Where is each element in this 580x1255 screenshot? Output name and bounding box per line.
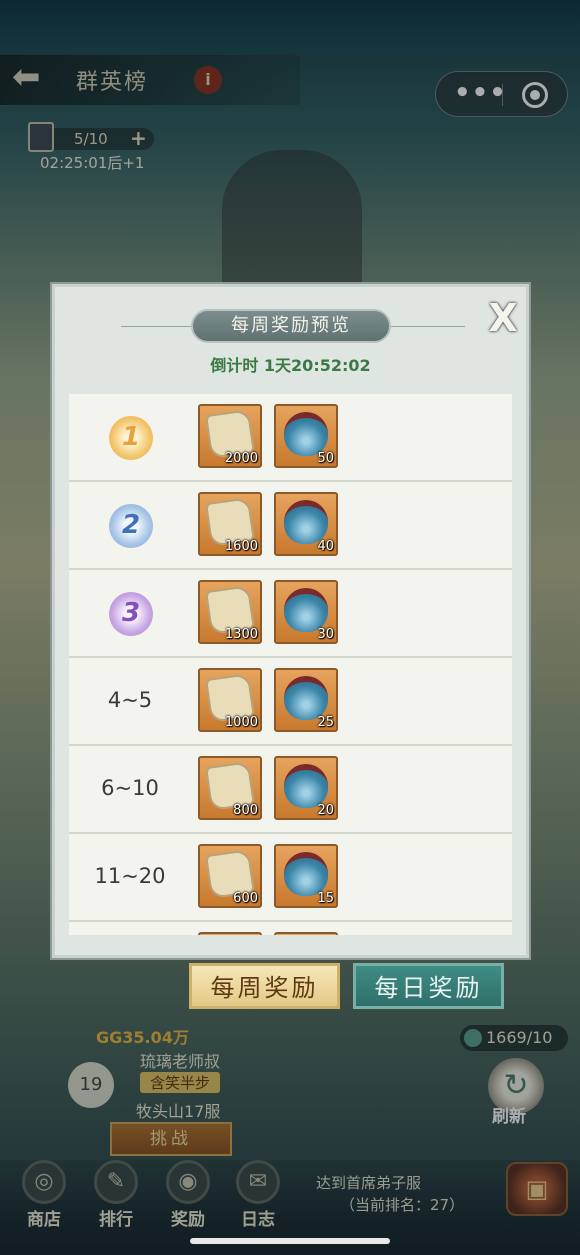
scroll-item[interactable]: 800	[198, 756, 262, 820]
rank-range: 11~20	[94, 864, 166, 888]
bag-item[interactable]: 50	[274, 404, 338, 468]
bag-item[interactable]: 40	[274, 492, 338, 556]
reward-row: 3 1300 30	[69, 570, 512, 658]
scroll-item[interactable]: 2000	[198, 404, 262, 468]
item-quantity: 1300	[224, 627, 258, 642]
close-button[interactable]: X	[483, 299, 523, 339]
scroll-item[interactable]: 1000	[198, 668, 262, 732]
modal-title: 每周奖励预览	[191, 309, 391, 343]
item-quantity: 1600	[224, 539, 258, 554]
reward-row: 4~5 1000 25	[69, 658, 512, 746]
item-quantity: 20	[317, 803, 334, 818]
item-quantity: 2000	[224, 451, 258, 466]
item-quantity: 30	[317, 627, 334, 642]
item-quantity: 25	[317, 715, 334, 730]
gold-medal-icon: 1	[109, 416, 153, 460]
reward-row-partial	[69, 922, 512, 935]
bag-icon	[284, 500, 328, 544]
scroll-item[interactable]	[198, 932, 262, 935]
bronze-medal-icon: 3	[109, 592, 153, 636]
scroll-item[interactable]: 600	[198, 844, 262, 908]
item-quantity: 40	[317, 539, 334, 554]
bag-item[interactable]: 25	[274, 668, 338, 732]
bag-item[interactable]: 30	[274, 580, 338, 644]
reward-list[interactable]: 1 2000 50 2 1600 40 3 1300 30 4~5 1000 2…	[69, 394, 512, 935]
bag-item[interactable]: 15	[274, 844, 338, 908]
weekly-reward-modal: 每周奖励预览 X 倒计时 1天20:52:02 1 2000 50 2 1600…	[52, 284, 529, 958]
item-quantity: 1000	[224, 715, 258, 730]
silver-medal-icon: 2	[109, 504, 153, 548]
bag-item[interactable]: 20	[274, 756, 338, 820]
item-quantity: 800	[233, 803, 258, 818]
item-quantity: 600	[233, 891, 258, 906]
reward-row: 11~20 600 15	[69, 834, 512, 922]
bag-icon	[284, 676, 328, 720]
item-quantity: 50	[317, 451, 334, 466]
scroll-item[interactable]: 1300	[198, 580, 262, 644]
title-divider-right	[381, 326, 465, 327]
bag-icon	[284, 852, 328, 896]
bag-icon	[284, 764, 328, 808]
home-indicator[interactable]	[190, 1238, 390, 1244]
countdown-timer: 倒计时 1天20:52:02	[210, 356, 371, 375]
tab-daily-reward[interactable]: 每日奖励	[353, 963, 504, 1009]
tab-weekly-reward[interactable]: 每周奖励	[189, 963, 340, 1009]
bag-icon	[284, 588, 328, 632]
rank-range: 6~10	[101, 776, 159, 800]
reward-row: 2 1600 40	[69, 482, 512, 570]
bag-icon	[284, 412, 328, 456]
item-quantity: 15	[317, 891, 334, 906]
reward-row: 6~10 800 20	[69, 746, 512, 834]
rank-range: 4~5	[107, 688, 153, 712]
bag-item[interactable]	[274, 932, 338, 935]
scroll-item[interactable]: 1600	[198, 492, 262, 556]
reward-row: 1 2000 50	[69, 394, 512, 482]
